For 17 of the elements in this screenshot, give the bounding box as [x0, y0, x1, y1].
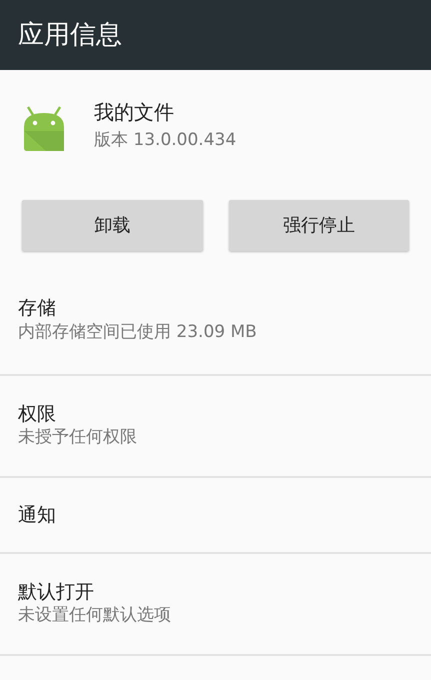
item-subtitle: 内部存储空间已使用 23.09 MB — [18, 320, 258, 344]
settings-item[interactable]: 通知 — [0, 478, 431, 554]
item-title: 权限 — [18, 402, 57, 426]
item-subtitle: 未设置任何默认选项 — [18, 604, 172, 628]
settings-item[interactable]: 权限 未授予任何权限 — [0, 376, 431, 478]
uninstall-button[interactable]: 卸载 — [22, 200, 202, 251]
settings-item[interactable]: 默认打开 未设置任何默认选项 — [0, 554, 431, 656]
settings-item[interactable]: 存储 内部存储空间已使用 23.09 MB — [0, 286, 431, 376]
item-subtitle: 未授予任何权限 — [18, 426, 138, 450]
item-title: 通知 — [18, 502, 57, 528]
force-stop-button[interactable]: 强行停止 — [228, 200, 409, 251]
app-name: 我的文件 — [94, 100, 175, 124]
toolbar-title: 应用信息 — [18, 18, 122, 52]
android-app-icon — [22, 105, 66, 151]
item-title: 存储 — [18, 296, 57, 321]
app-version: 版本 13.0.00.434 — [94, 129, 236, 152]
item-title: 默认打开 — [18, 580, 95, 604]
